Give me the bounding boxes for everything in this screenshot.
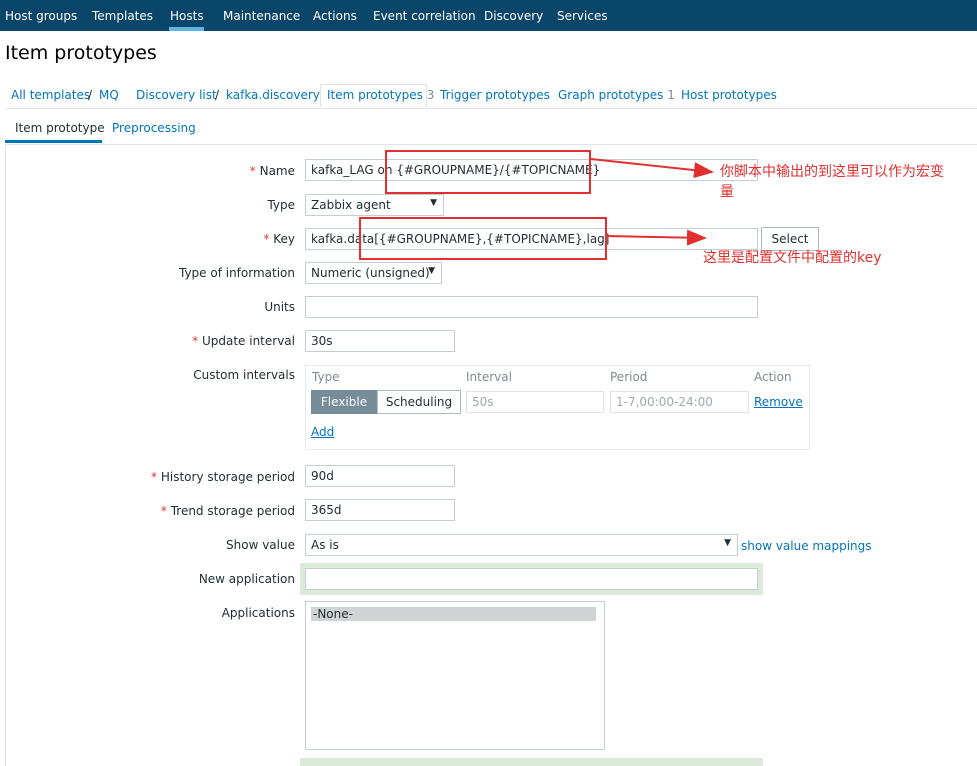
annotation-note-macro: 你脚本中输出的到这里可以作为宏变量 xyxy=(720,162,944,202)
annotation-arrows xyxy=(590,158,714,246)
annotation-note-macro-line1: 你脚本中输出的到这里可以作为宏变 xyxy=(720,164,944,180)
annotation-arrow-key xyxy=(606,229,707,246)
annotation-note-key: 这里是配置文件中配置的key xyxy=(703,250,882,266)
annotation-arrow-name xyxy=(590,158,714,179)
annotation-note-macro-line2: 量 xyxy=(720,184,734,200)
